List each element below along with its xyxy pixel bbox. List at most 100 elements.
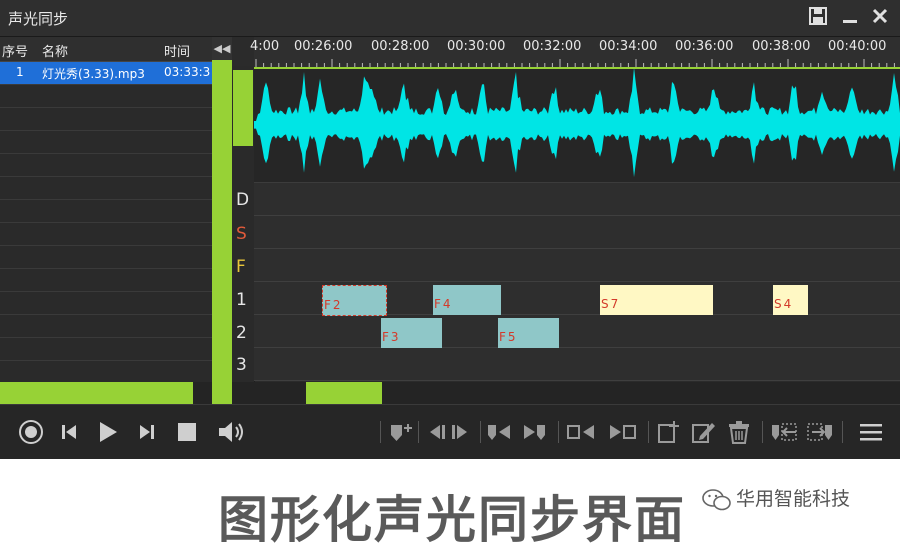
empty-row [0, 154, 212, 177]
waveform [254, 67, 900, 178]
save-icon[interactable] [806, 6, 830, 30]
edit-icon[interactable] [690, 419, 716, 445]
jump-end-icon[interactable] [522, 419, 548, 445]
audio-track-handle[interactable] [233, 70, 253, 146]
clip-f5[interactable]: F5 [498, 318, 559, 348]
export-icon[interactable] [806, 419, 832, 445]
empty-row [0, 223, 212, 246]
playlist-row[interactable]: 1 灯光秀(3.33).mp3 03:33:3 [0, 62, 212, 85]
wechat-icon [702, 488, 731, 510]
name-column-header[interactable]: 名称 [42, 41, 68, 60]
transport-toolbar [0, 404, 900, 459]
ruler-tick-label: 00:28:00 [371, 39, 430, 54]
clip-f3[interactable]: F3 [381, 318, 442, 348]
brand-watermark: 华用智能科技 [702, 484, 850, 513]
track-label-f: F [236, 257, 246, 277]
ruler-tick-label: 00:34:00 [599, 39, 658, 54]
window-title: 声光同步 [8, 10, 69, 28]
time-ruler[interactable]: 4:00 00:26:00 00:28:00 00:30:00 00:32:00 00:3… [250, 37, 900, 69]
empty-row [0, 131, 212, 154]
add-marker-icon[interactable] [388, 419, 414, 445]
playlist-scroll-thumb[interactable] [0, 382, 193, 404]
app-window: 声光同步 序号 名称 时间 1 灯光秀(3.33).mp3 03:33:3 ◀◀… [0, 0, 900, 459]
clip-label: F5 [499, 330, 518, 344]
collapse-panel-button[interactable]: ◀◀ [212, 37, 232, 60]
empty-row [0, 85, 212, 108]
next-icon[interactable] [134, 419, 160, 445]
clip-s4[interactable]: S4 [773, 285, 808, 315]
time-column-header[interactable]: 时间 [164, 41, 190, 60]
clip-label: F2 [324, 298, 343, 312]
step-back-icon[interactable] [424, 419, 450, 445]
toolbar-separator [648, 421, 649, 443]
menu-icon[interactable] [858, 419, 884, 445]
ruler-tick-label: 00:38:00 [752, 39, 811, 54]
index-column-header[interactable]: 序号 [2, 41, 28, 60]
playlist-row-name: 灯光秀(3.33).mp3 [42, 67, 145, 81]
empty-row [0, 269, 212, 292]
toolbar-separator [558, 421, 559, 443]
empty-row [0, 315, 212, 338]
clip-label: S7 [601, 297, 621, 311]
empty-row [0, 200, 212, 223]
playlist-header: 序号 名称 时间 [0, 37, 212, 62]
box-left-icon[interactable] [566, 419, 594, 445]
track-label-2: 2 [236, 323, 247, 343]
clip-f4[interactable]: F4 [433, 285, 501, 315]
track-label-3: 3 [236, 355, 247, 375]
add-item-icon[interactable] [656, 419, 682, 445]
track-f[interactable] [254, 249, 900, 282]
clip-f2[interactable]: F2 [322, 285, 387, 316]
clip-s7[interactable]: S7 [600, 285, 713, 315]
ruler-tick-label: 00:26:00 [294, 39, 353, 54]
delete-icon[interactable] [726, 419, 752, 445]
track-2[interactable] [254, 315, 900, 348]
brand-text: 华用智能科技 [736, 488, 851, 510]
empty-row [0, 361, 212, 384]
playlist-row-time: 03:33:3 [164, 65, 211, 79]
ruler-tick-label: 00:40:00 [828, 39, 887, 54]
empty-row [0, 108, 212, 131]
track-label-s: S [236, 224, 247, 244]
box-right-icon[interactable] [608, 419, 636, 445]
track-s[interactable] [254, 216, 900, 249]
clip-label: S4 [774, 297, 794, 311]
ruler-tick-label: 00:32:00 [523, 39, 582, 54]
toolbar-separator [418, 421, 419, 443]
toolbar-separator [762, 421, 763, 443]
play-icon[interactable] [94, 419, 120, 445]
stop-icon[interactable] [174, 419, 200, 445]
toolbar-separator [480, 421, 481, 443]
ruler-tick-label: 4:00 [250, 39, 280, 54]
volume-icon[interactable] [216, 419, 243, 445]
import-icon[interactable] [770, 419, 797, 445]
ruler-tick-label: 00:30:00 [447, 39, 506, 54]
playlist-panel: 序号 名称 时间 1 灯光秀(3.33).mp3 03:33:3 [0, 37, 212, 384]
minimize-icon[interactable] [838, 6, 862, 30]
track-d[interactable] [254, 183, 900, 216]
record-icon[interactable] [18, 419, 44, 445]
step-forward-icon[interactable] [450, 419, 476, 445]
caption-text: 图形化声光同步界面 [218, 491, 686, 549]
close-icon[interactable] [868, 6, 892, 30]
toolbar-separator [842, 421, 843, 443]
track-3[interactable] [254, 348, 900, 381]
empty-row [0, 292, 212, 315]
prev-icon[interactable] [56, 419, 82, 445]
empty-row [0, 246, 212, 269]
jump-start-icon[interactable] [486, 419, 512, 445]
timeline-scroll-thumb[interactable] [306, 382, 382, 404]
audio-waveform-track[interactable] [254, 67, 900, 183]
ruler-tick-label: 00:36:00 [675, 39, 734, 54]
panel-splitter[interactable] [212, 60, 232, 382]
clip-label: F4 [434, 297, 453, 311]
title-bar: 声光同步 [0, 0, 900, 37]
empty-row [0, 338, 212, 361]
track-label-1: 1 [236, 290, 247, 310]
playlist-row-index: 1 [16, 65, 24, 79]
track-label-d: D [236, 190, 250, 210]
splitter-bottom [212, 382, 232, 404]
clip-label: F3 [382, 330, 401, 344]
toolbar-separator [380, 421, 381, 443]
empty-row [0, 177, 212, 200]
